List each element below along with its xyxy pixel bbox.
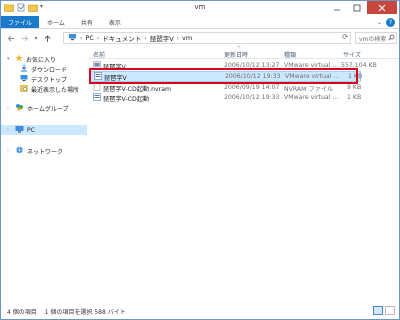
file-date: 2006/10/12 19:33 (224, 94, 280, 101)
expand-ribbon-icon[interactable]: ⌄ (377, 19, 382, 26)
star-icon (15, 54, 23, 64)
nav-desktop[interactable]: デスクトップ (20, 74, 67, 84)
chevron-right-icon[interactable]: › (177, 35, 179, 42)
column-headers: 名前 更新日時 種類 サイズ ^ (87, 46, 399, 59)
ribbon-right: ⌄ ? (377, 16, 399, 28)
nav-homegroup[interactable]: › ホームグループ (7, 103, 68, 113)
column-size[interactable]: サイズ (343, 50, 361, 59)
ribbon-tabs: ファイル ホーム 共有 表示 ⌄ ? (1, 16, 399, 29)
search-input[interactable]: vmの検索 (355, 32, 397, 44)
column-date[interactable]: 更新日時 (224, 50, 248, 59)
breadcrumb-folder[interactable]: 琵琶字V (150, 33, 174, 43)
chevron-down-icon[interactable]: ▾ (7, 56, 12, 62)
details-view-icon[interactable] (373, 306, 383, 315)
file-name: 琵琶字V-CD起動 (103, 95, 150, 103)
chevron-right-icon[interactable]: › (97, 35, 99, 42)
chevron-right-icon[interactable]: › (7, 105, 12, 111)
chevron-right-icon[interactable]: › (7, 127, 12, 133)
table-row[interactable]: 琵琶字V-CD起動.nvram 2006/09/19 14:07 NVRAM フ… (89, 83, 362, 93)
search-icon[interactable] (388, 34, 395, 43)
selection-info: 1 個の項目を選択 588 バイト (44, 308, 126, 316)
pc-icon (68, 33, 77, 43)
maximize-button[interactable] (347, 1, 367, 14)
nav-pc[interactable]: › PC (1, 125, 87, 135)
file-size: 1 KB (347, 94, 362, 101)
explorer-window: ▾ vm ファイル ホーム 共有 表示 ⌄ ? ▾ › PC › ドキュメント … (0, 0, 400, 320)
status-bar: 4 個の項目 1 個の項目を選択 588 バイト (1, 303, 399, 319)
navigation-bar: ▾ › PC › ドキュメント › 琵琶字V › vm ⟳ vmの検索 (1, 30, 399, 46)
title-bar: ▾ vm (1, 1, 399, 16)
vmware-config-icon (93, 93, 101, 103)
nav-favorites[interactable]: ▾ お気に入り (7, 54, 56, 64)
pc-icon (15, 125, 24, 135)
file-name: 琵琶字V-CD起動.nvram (103, 85, 172, 93)
navigation-pane: ▾ お気に入り ダウンロード デスクトップ 最近表示した場所 › ホームグループ… (1, 47, 87, 299)
nav-network[interactable]: › ネットワーク (7, 146, 63, 156)
table-row[interactable]: 琵琶字V-CD起動 2006/10/12 19:33 VMware virtua… (89, 93, 362, 103)
sort-ascending-icon: ^ (237, 46, 242, 52)
chevron-right-icon[interactable]: › (7, 148, 12, 154)
file-date: 2006/09/19 14:07 (224, 84, 280, 91)
file-type: NVRAM ファイル (284, 86, 334, 93)
tab-file[interactable]: ファイル (1, 16, 40, 28)
homegroup-icon (15, 103, 24, 113)
desktop-icon (20, 74, 28, 84)
tab-home[interactable]: ホーム (39, 16, 73, 28)
breadcrumb-documents[interactable]: ドキュメント (102, 33, 141, 43)
address-bar[interactable]: › PC › ドキュメント › 琵琶字V › vm ⟳ (63, 32, 351, 44)
search-placeholder: vmの検索 (359, 35, 387, 43)
breadcrumb-vm[interactable]: vm (182, 34, 192, 42)
file-size: 9 KB (347, 84, 362, 91)
file-list: 名前 更新日時 種類 サイズ ^ 琵琶字V 2006/10/12 13:27 V… (87, 46, 399, 299)
file-icon (93, 83, 101, 93)
breadcrumb-pc[interactable]: PC (85, 34, 93, 42)
download-icon (20, 64, 28, 74)
network-icon (15, 146, 24, 156)
item-count: 4 個の項目 (7, 308, 37, 316)
help-icon[interactable]: ? (386, 17, 395, 27)
minimize-button[interactable] (327, 1, 347, 14)
refresh-icon[interactable]: ⟳ (342, 33, 348, 41)
column-type[interactable]: 種類 (284, 50, 296, 59)
close-button[interactable] (367, 1, 397, 14)
column-name[interactable]: 名前 (93, 50, 105, 59)
nav-recent-places[interactable]: 最近表示した場所 (20, 84, 79, 94)
recent-places-icon (20, 84, 28, 94)
large-icons-view-icon[interactable] (385, 306, 395, 315)
file-type: VMware virtual ... (284, 94, 339, 101)
tab-view[interactable]: 表示 (101, 16, 129, 28)
chevron-right-icon[interactable]: › (144, 35, 146, 42)
selection-highlight-box (89, 68, 358, 84)
tab-share[interactable]: 共有 (73, 16, 101, 28)
chevron-right-icon[interactable]: › (80, 35, 82, 42)
back-button[interactable] (5, 32, 17, 44)
up-button[interactable] (41, 32, 53, 44)
view-switcher (373, 306, 395, 315)
window-controls (327, 1, 397, 14)
forward-button[interactable] (18, 32, 30, 44)
nav-downloads[interactable]: ダウンロード (20, 64, 67, 74)
